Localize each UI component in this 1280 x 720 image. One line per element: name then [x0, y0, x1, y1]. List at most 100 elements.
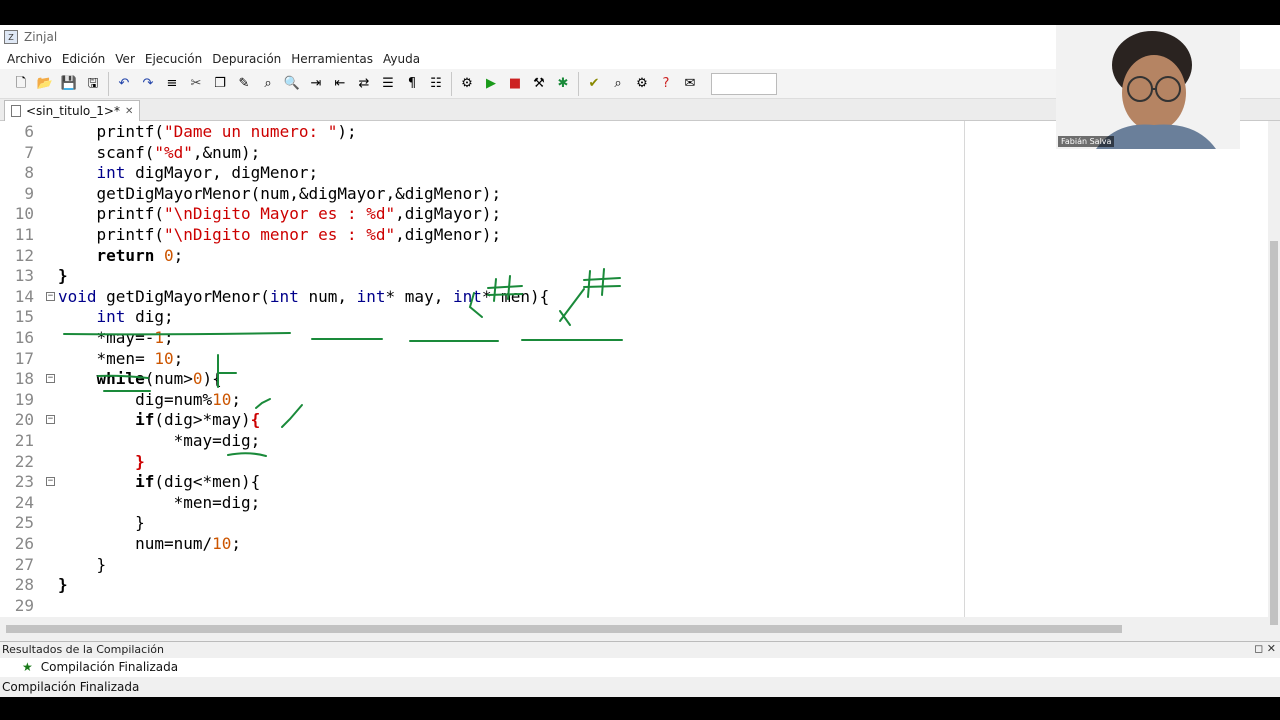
code-line[interactable]: 15 int dig; — [0, 307, 964, 328]
code-line[interactable]: 27 } — [0, 555, 964, 576]
compile-icon[interactable]: ⚙ — [456, 73, 478, 95]
save-icon[interactable]: 💾 — [58, 73, 80, 95]
code-line[interactable]: 20 − if(dig>*may){ — [0, 410, 964, 431]
find-icon[interactable]: ⌕ — [257, 73, 279, 95]
inspect-icon[interactable]: ⌕ — [607, 73, 629, 95]
menu-ver[interactable]: Ver — [110, 52, 140, 66]
undo-icon[interactable]: ↶ — [113, 73, 135, 95]
search-icon[interactable]: 🔍 — [281, 73, 303, 95]
stop-icon[interactable]: ■ — [504, 73, 526, 95]
line-number: 12 — [14, 245, 34, 265]
code-line[interactable]: 26 num=num/10; — [0, 534, 964, 555]
help-icon[interactable]: ? — [655, 73, 677, 95]
app-icon: Z — [4, 30, 18, 44]
code-text: *may=dig; — [58, 431, 261, 452]
line-number: 28 — [14, 575, 34, 595]
code-line[interactable]: 29 — [0, 596, 964, 617]
replace-icon[interactable]: ⇄ — [353, 73, 375, 95]
code-line[interactable]: 10 printf("\nDigito Mayor es : %d",digMa… — [0, 204, 964, 225]
code-line[interactable]: 22 } — [0, 452, 964, 473]
code-token: int — [96, 307, 126, 327]
code-line[interactable]: 16 *may=-1; — [0, 328, 964, 349]
code-token: *may=- — [96, 328, 155, 347]
format-icon[interactable]: ¶ — [401, 73, 423, 95]
code-line[interactable]: 12 return 0; — [0, 246, 964, 267]
open-folder-icon[interactable]: 📂 — [34, 73, 56, 95]
fold-toggle-icon[interactable]: − — [46, 477, 55, 487]
vertical-scrollbar[interactable] — [1268, 121, 1280, 631]
results-item[interactable]: ★ Compilación Finalizada — [22, 660, 178, 674]
notes-icon[interactable]: ✉ — [679, 73, 701, 95]
fold-toggle-icon[interactable]: − — [46, 374, 55, 384]
horizontal-scrollbar[interactable] — [0, 623, 1268, 635]
code-token: if — [135, 410, 155, 430]
menu-depuración[interactable]: Depuración — [207, 52, 286, 66]
code-line[interactable]: 13} — [0, 266, 964, 287]
find-next-icon[interactable]: ⇥ — [305, 73, 327, 95]
debug-icon[interactable]: ✱ — [552, 73, 574, 95]
code-token: { — [250, 410, 261, 430]
comment-icon[interactable]: ✎ — [233, 73, 255, 95]
code-line[interactable]: 21 *may=dig; — [0, 431, 964, 452]
cut-icon[interactable]: ✂ — [185, 73, 207, 95]
code-line[interactable]: 14− void getDigMayorMenor(int num, int* m… — [0, 287, 964, 308]
code-line[interactable]: 17 *men= 10; — [0, 349, 964, 370]
code-line[interactable]: 7 scanf("%d",&num); — [0, 143, 964, 164]
code-text: printf("\nDigito Mayor es : %d",digMayor… — [58, 204, 502, 225]
close-tab-icon[interactable]: ✕ — [125, 106, 133, 117]
check-icon[interactable]: ✔ — [583, 73, 605, 95]
code-token: int — [269, 286, 299, 306]
toolbar-search-input[interactable] — [711, 72, 777, 95]
code-line[interactable]: 19 dig=num%10; — [0, 390, 964, 411]
menu-herramientas[interactable]: Herramientas — [286, 52, 378, 66]
fold-toggle-icon[interactable]: − — [46, 291, 55, 301]
vertical-scroll-thumb[interactable] — [1270, 241, 1278, 625]
list-icon[interactable]: ☷ — [425, 73, 447, 95]
code-line[interactable]: 23 − if(dig<*men){ — [0, 472, 964, 493]
code-line[interactable]: 24 *men=dig; — [0, 493, 964, 514]
fold-toggle-icon[interactable]: − — [46, 415, 55, 425]
line-number: 27 — [14, 554, 34, 574]
code-token: if — [135, 472, 155, 492]
tools-icon[interactable]: ⚙ — [631, 73, 653, 95]
status-bar: Compilación Finalizada — [0, 677, 1280, 697]
save-as-icon[interactable]: 🖫 — [82, 73, 104, 95]
code-text: printf("\nDigito menor es : %d",digMenor… — [58, 225, 502, 246]
code-line[interactable]: 25 } — [0, 513, 964, 534]
code-text: } — [58, 555, 107, 576]
horizontal-scroll-thumb[interactable] — [6, 625, 1122, 633]
code-token: 1 — [154, 328, 164, 347]
code-line[interactable]: 8 int digMayor, digMenor; — [0, 163, 964, 184]
menu-ayuda[interactable]: Ayuda — [378, 52, 425, 66]
find-prev-icon[interactable]: ⇤ — [329, 73, 351, 95]
code-token: 10 — [212, 534, 232, 553]
tab-sin-titulo-1[interactable]: <sin_titulo_1>* ✕ — [4, 100, 141, 121]
code-token: int — [356, 286, 386, 306]
code-text: while(num>0){ — [58, 369, 222, 390]
new-file-icon[interactable]: 🗋 — [10, 73, 32, 95]
code-line[interactable]: 11 printf("\nDigito menor es : %d",digMe… — [0, 225, 964, 246]
code-line[interactable]: 28} — [0, 575, 964, 596]
code-line[interactable]: 9 getDigMayorMenor(num,&digMayor,&digMen… — [0, 184, 964, 205]
code-line[interactable]: 6 printf("Dame un numero: "); — [0, 122, 964, 143]
menu-archivo[interactable]: Archivo — [2, 52, 57, 66]
align-icon[interactable]: ☰ — [377, 73, 399, 95]
build-icon[interactable]: ⚒ — [528, 73, 550, 95]
results-panel-controls[interactable]: ◻ ✕ — [1254, 642, 1276, 655]
menu-edición[interactable]: Edición — [57, 52, 110, 66]
menu-ejecución[interactable]: Ejecución — [140, 52, 207, 66]
copy-icon[interactable]: ❐ — [209, 73, 231, 95]
code-token: } — [135, 451, 145, 471]
code-token: return — [96, 245, 155, 265]
code-editor[interactable]: 6 printf("Dame un numero: "); 7 scanf("%d… — [0, 121, 1268, 617]
redo-icon[interactable]: ↷ — [137, 73, 159, 95]
run-icon[interactable]: ▶ — [480, 73, 502, 95]
indent-icon[interactable]: ≡ — [161, 73, 183, 95]
line-number: 29 — [14, 595, 34, 615]
code-line[interactable]: 18 − while(num>0){ — [0, 369, 964, 390]
